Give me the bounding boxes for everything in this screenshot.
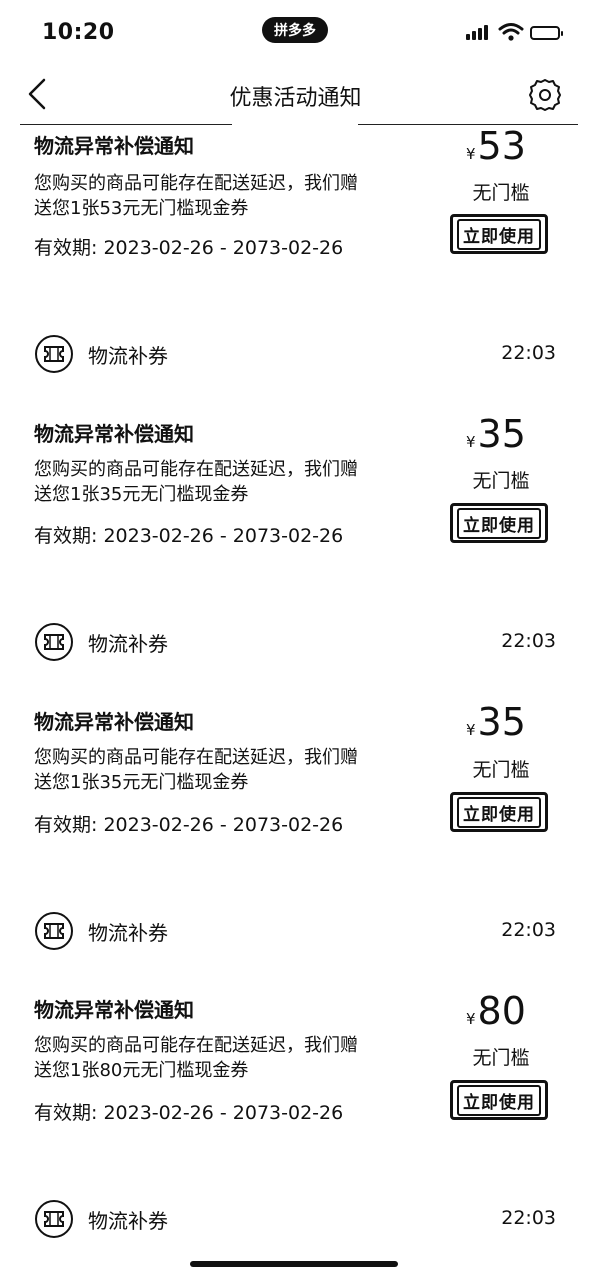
gear-icon[interactable] xyxy=(526,76,564,114)
coupon-validity: 有效期: 2023-02-26 - 2073-02-26 xyxy=(34,525,344,547)
home-indicator[interactable] xyxy=(190,1261,398,1267)
app-badge: 拼多多 xyxy=(262,17,328,43)
section-time: 22:03 xyxy=(501,342,556,364)
section-label: 物流补券 xyxy=(88,632,168,656)
section-time: 22:03 xyxy=(501,630,556,652)
ticket-icon xyxy=(35,912,73,950)
coupon-title: 物流异常补偿通知 xyxy=(34,710,194,734)
coupon-description: 您购买的商品可能存在配送延迟，我们赠 送您1张53元无门槛现金券 xyxy=(34,173,358,219)
no-threshold-label: 无门槛 xyxy=(472,470,530,492)
ticket-icon xyxy=(35,623,73,661)
coupon-amount: ¥80 xyxy=(466,989,526,1033)
coupon-amount: ¥35 xyxy=(466,412,526,456)
coupon-title: 物流异常补偿通知 xyxy=(34,998,194,1022)
coupon-description: 您购买的商品可能存在配送延迟，我们赠 送您1张35元无门槛现金券 xyxy=(34,747,358,793)
section-time: 22:03 xyxy=(501,919,556,941)
section-label: 物流补券 xyxy=(88,921,168,945)
no-threshold-label: 无门槛 xyxy=(472,759,530,781)
use-now-button[interactable]: 立即使用 xyxy=(450,503,548,543)
no-threshold-label: 无门槛 xyxy=(472,1047,530,1069)
section-time: 22:03 xyxy=(501,1207,556,1229)
wifi-icon xyxy=(498,23,524,41)
coupon-validity: 有效期: 2023-02-26 - 2073-02-26 xyxy=(34,1102,344,1124)
use-now-button[interactable]: 立即使用 xyxy=(450,792,548,832)
status-time: 10:20 xyxy=(42,20,115,45)
coupon-title: 物流异常补偿通知 xyxy=(34,422,194,446)
coupon-description: 您购买的商品可能存在配送延迟，我们赠 送您1张80元无门槛现金券 xyxy=(34,1035,358,1081)
battery-icon xyxy=(530,26,563,40)
coupon-amount: ¥35 xyxy=(466,700,526,744)
coupon-validity: 有效期: 2023-02-26 - 2073-02-26 xyxy=(34,237,344,259)
coupon-title: 物流异常补偿通知 xyxy=(34,134,194,158)
use-now-button[interactable]: 立即使用 xyxy=(450,1080,548,1120)
coupon-description: 您购买的商品可能存在配送延迟，我们赠 送您1张35元无门槛现金券 xyxy=(34,459,358,505)
coupon-validity: 有效期: 2023-02-26 - 2073-02-26 xyxy=(34,814,344,836)
section-label: 物流补券 xyxy=(88,1209,168,1233)
coupon-amount: ¥53 xyxy=(466,124,526,168)
use-now-button[interactable]: 立即使用 xyxy=(450,214,548,254)
header-divider-left xyxy=(20,124,232,125)
ticket-icon xyxy=(35,335,73,373)
cellular-signal-icon xyxy=(466,25,488,40)
page-title: 优惠活动通知 xyxy=(229,86,362,111)
ticket-icon xyxy=(35,1200,73,1238)
section-label: 物流补券 xyxy=(88,344,168,368)
no-threshold-label: 无门槛 xyxy=(472,182,530,204)
